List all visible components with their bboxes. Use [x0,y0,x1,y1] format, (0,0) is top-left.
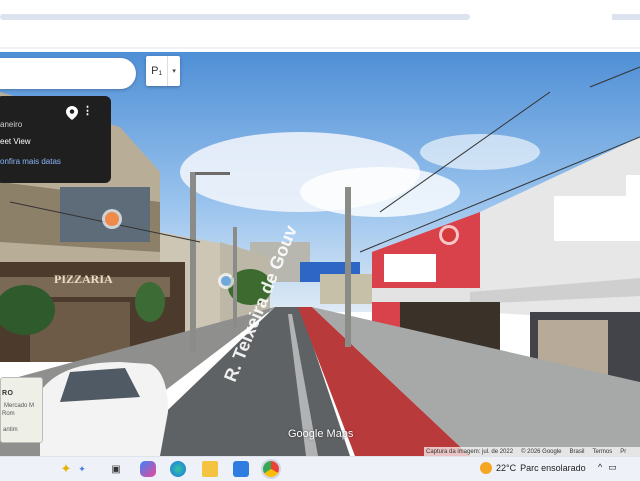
system-tray[interactable]: ^ ▭ [598,462,617,473]
country-link[interactable]: Brasil [570,449,585,455]
minimap-label: Mercado M [4,403,35,409]
more-options-icon[interactable]: ⋮ [82,104,93,117]
taskbar: ✦ ✦ ▣ 22°C Parc ensolarado ^ ▭ [0,456,640,481]
sparkle-icon[interactable]: ✦ [74,461,90,477]
capture-date: Captura da imagem: jul. de 2022 [426,448,514,455]
chevron-up-icon[interactable]: ^ [598,462,602,473]
copilot-icon[interactable] [140,461,156,477]
minimap-label: RO [2,390,14,397]
mini-map[interactable]: RO Mercado M Rom antim [0,377,43,443]
minimap-label: antim [3,427,18,433]
sun-icon [480,462,492,474]
street-view-info-card: ⋮ aneiro eet View onfira mais datas [0,96,111,183]
location-pin-icon[interactable] [66,106,78,120]
copyright: © 2026 Google [521,448,562,455]
network-icon[interactable]: ▭ [608,462,617,473]
chrome-divider [0,47,640,49]
sparkle-icon[interactable]: ✦ [58,461,74,477]
minimap-label: Rom [2,411,15,417]
store-icon[interactable] [233,461,249,477]
pegman-icon[interactable]: P₁ [146,56,169,86]
redacted-sign [384,254,436,282]
redacted-sign [554,196,640,241]
search-box[interactable] [0,58,136,89]
terms-link[interactable]: Termos [593,449,613,455]
shop-sign: PIZZARIA [54,272,113,286]
street-view-label: eet View [0,137,31,146]
location-name: aneiro [0,120,23,129]
redacted-sign [626,175,640,197]
file-explorer-icon[interactable] [202,461,218,477]
edge-icon[interactable] [170,461,186,477]
google-maps-watermark: Google Maps [288,428,354,440]
weather-widget[interactable]: 22°C Parc ensolarado [480,462,586,474]
chevron-down-icon[interactable]: ▾ [168,56,180,86]
temperature: 22°C [496,463,517,473]
browser-chrome [0,0,640,52]
weather-text: Parc ensolarado [520,463,586,473]
more-dates-link[interactable]: onfira mais datas [0,157,61,166]
chrome-icon[interactable] [263,461,279,477]
blurred-address-bar [0,14,470,20]
task-view-icon[interactable]: ▣ [108,461,124,477]
credits-bar: Captura da imagem: jul. de 2022 © 2026 G… [424,447,640,456]
blurred-toolbar [612,14,640,20]
privacy-link[interactable]: Pr [620,449,626,455]
pegman-control[interactable]: P₁ ▾ [146,56,180,86]
